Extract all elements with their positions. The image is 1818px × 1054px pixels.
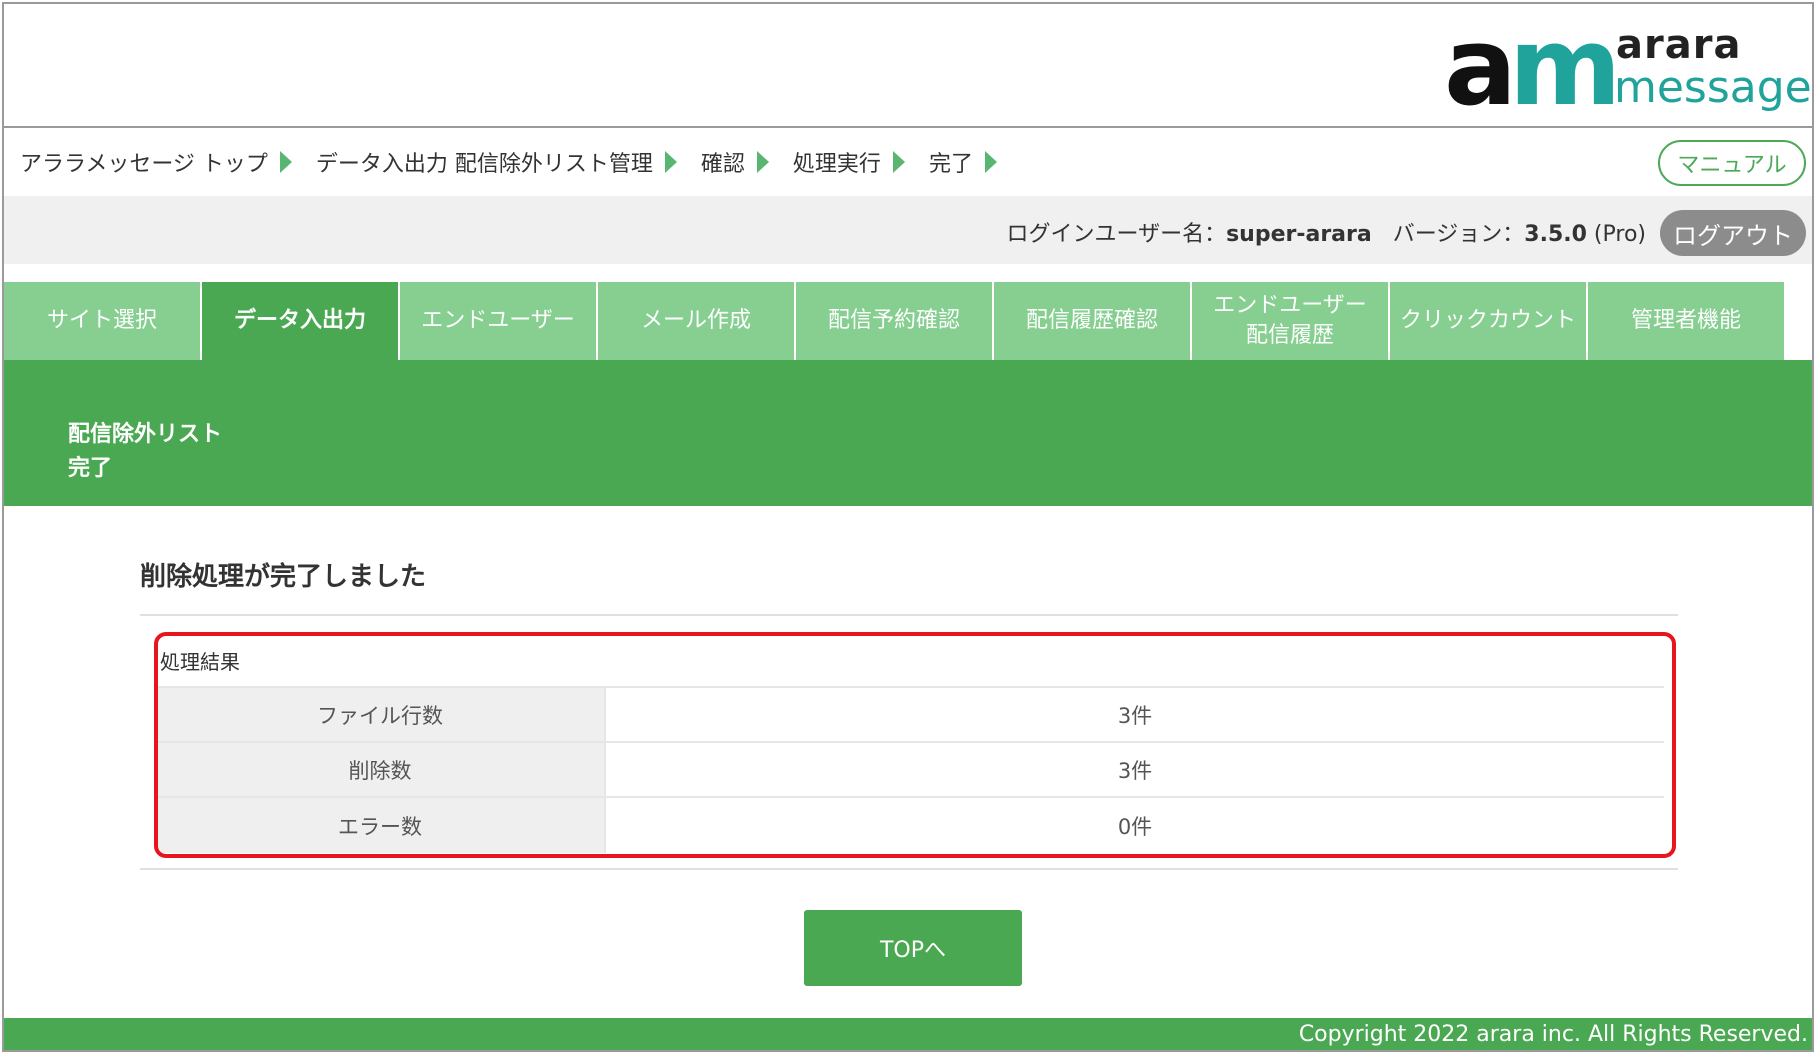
breadcrumb-arrow-icon: [756, 151, 769, 173]
tab-data-io[interactable]: データ入出力: [202, 282, 398, 360]
tab-end-user-delivery-history[interactable]: エンドユーザー 配信履歴: [1192, 282, 1388, 360]
row-label: 削除数: [156, 743, 606, 796]
results-caption: 処理結果: [156, 634, 1664, 688]
app-window: am arara message アララメッセージ トップ データ入出力 配信除…: [2, 2, 1814, 1052]
logo-text-message: message: [1614, 62, 1812, 113]
breadcrumb-item-execute: 処理実行: [792, 152, 881, 177]
tab-label-line2: 配信履歴: [1245, 323, 1334, 348]
breadcrumb-bar: アララメッセージ トップ データ入出力 配信除外リスト管理 確認 処理実行 完了…: [4, 128, 1812, 196]
completion-heading: 削除処理が完了しました: [140, 562, 427, 592]
tab-label: 配信履歴確認: [1025, 308, 1158, 333]
tab-site-select[interactable]: サイト選択: [4, 282, 200, 360]
tab-label: 配信予約確認: [827, 308, 960, 333]
breadcrumb-arrow-icon: [892, 151, 905, 173]
breadcrumb-arrow-icon: [984, 151, 997, 173]
logo-mark-a: a: [1444, 5, 1517, 130]
tab-click-count[interactable]: クリックカウント: [1390, 282, 1586, 360]
tab-admin[interactable]: 管理者機能: [1588, 282, 1784, 360]
tab-label: メール作成: [640, 308, 751, 333]
divider: [140, 614, 1678, 616]
manual-button[interactable]: マニュアル: [1658, 140, 1806, 186]
table-row: エラー数 0件: [156, 798, 1664, 853]
breadcrumb-arrow-icon: [664, 151, 677, 173]
divider: [140, 868, 1678, 870]
page-title-line2: 完了: [68, 456, 113, 481]
page-title-line1: 配信除外リスト: [68, 422, 223, 447]
tab-label: データ入出力: [233, 308, 366, 333]
footer: Copyright 2022 arara inc. All Rights Res…: [4, 1018, 1812, 1050]
table-row: ファイル行数 3件: [156, 688, 1664, 743]
tab-delivery-schedule[interactable]: 配信予約確認: [796, 282, 992, 360]
tab-mail-compose[interactable]: メール作成: [598, 282, 794, 360]
breadcrumb-item-confirm: 確認: [700, 152, 745, 177]
breadcrumb-item-complete: 完了: [928, 152, 973, 177]
user-bar: ログインユーザー名：super-arara バージョン：3.5.0 (Pro) …: [4, 196, 1812, 264]
row-label: エラー数: [156, 798, 606, 853]
logo-mark-m: m: [1508, 5, 1622, 130]
tab-label: クリックカウント: [1399, 308, 1576, 333]
logo-mark: am: [1444, 14, 1621, 122]
tab-end-user[interactable]: エンドユーザー: [400, 282, 596, 360]
tab-label: エンドユーザー: [421, 308, 575, 333]
breadcrumb-arrow-icon: [279, 151, 292, 173]
copyright-text: Copyright 2022 arara inc. All Rights Res…: [1298, 1022, 1808, 1047]
row-value: 3件: [1117, 703, 1153, 728]
tab-label: エンドユーザー: [1213, 293, 1367, 318]
row-label: ファイル行数: [156, 688, 606, 741]
version-number: 3.5.0: [1524, 222, 1587, 247]
user-name: super-arara: [1226, 222, 1372, 247]
main-nav-tabs: サイト選択 データ入出力 エンドユーザー メール作成 配信予約確認 配信履歴確認…: [4, 282, 1786, 360]
row-value: 3件: [1117, 758, 1153, 783]
page-banner: 配信除外リスト 完了: [4, 360, 1812, 506]
header: am arara message: [4, 4, 1812, 128]
version-edition: (Pro): [1593, 222, 1646, 247]
logout-button[interactable]: ログアウト: [1660, 210, 1806, 256]
version-label: バージョン：: [1392, 222, 1525, 247]
user-label: ログインユーザー名：: [1006, 222, 1227, 247]
breadcrumb-item-data-io[interactable]: データ入出力 配信除外リスト管理: [316, 146, 653, 178]
row-value: 0件: [1117, 814, 1153, 839]
arara-message-logo[interactable]: am arara message: [1444, 14, 1812, 122]
table-row: 削除数 3件: [156, 743, 1664, 798]
page-title: 配信除外リスト 完了: [68, 418, 222, 486]
breadcrumb-item-top[interactable]: アララメッセージ トップ: [20, 146, 268, 178]
tab-delivery-history[interactable]: 配信履歴確認: [994, 282, 1190, 360]
breadcrumb: アララメッセージ トップ データ入出力 配信除外リスト管理 確認 処理実行 完了: [20, 146, 1021, 178]
tab-label: サイト選択: [46, 308, 157, 333]
tab-label: 管理者機能: [1630, 308, 1741, 333]
user-info: ログインユーザー名：super-arara バージョン：3.5.0 (Pro): [1007, 216, 1646, 248]
top-button[interactable]: TOPへ: [804, 910, 1022, 986]
results-table: 処理結果 ファイル行数 3件 削除数 3件 エラー数 0件: [156, 634, 1664, 853]
